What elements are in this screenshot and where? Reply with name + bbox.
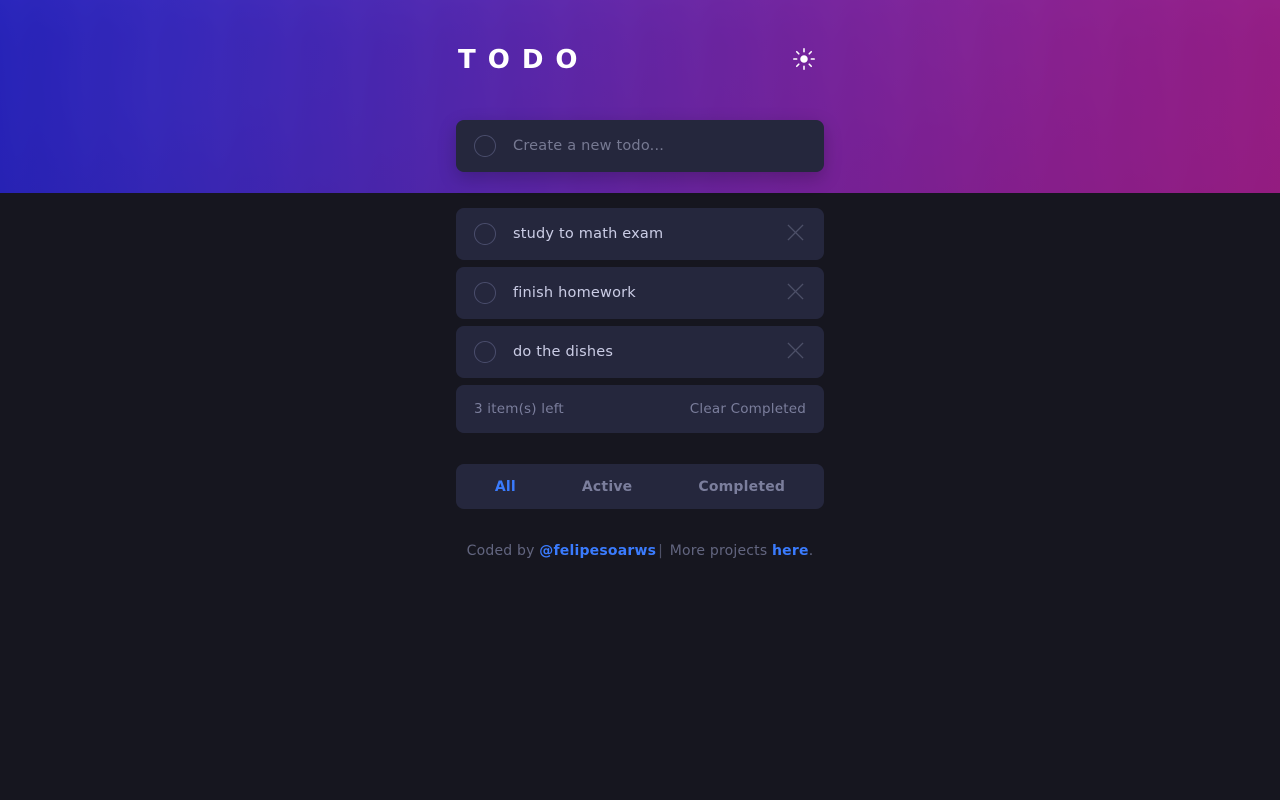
app-container: TODO xyxy=(456,0,824,172)
page-title: TODO xyxy=(458,45,590,75)
todo-list-item[interactable]: do the dishes xyxy=(456,326,824,378)
todo-item-label[interactable]: do the dishes xyxy=(513,344,784,360)
todo-list-item[interactable]: study to math exam xyxy=(456,208,824,260)
sun-icon xyxy=(793,47,815,73)
projects-link[interactable]: here xyxy=(772,543,809,559)
filter-tabs: All Active Completed xyxy=(456,464,824,509)
close-x-icon xyxy=(786,224,804,244)
todo-item-label[interactable]: study to math exam xyxy=(513,226,784,242)
footer-separator: | xyxy=(658,543,664,559)
todo-item-label[interactable]: finish homework xyxy=(513,285,784,301)
empty-circle-icon[interactable] xyxy=(474,282,496,304)
filter-tab-completed[interactable]: Completed xyxy=(698,479,785,495)
delete-todo-button[interactable] xyxy=(784,282,806,304)
footer-prefix-text: Coded by xyxy=(466,543,540,559)
todo-status-bar: 3 item(s) left Clear Completed xyxy=(456,385,824,433)
empty-circle-icon[interactable] xyxy=(474,135,496,157)
site-footer: Coded by @felipesoarws | More projects he… xyxy=(0,543,1280,559)
theme-toggle-button[interactable] xyxy=(791,47,817,73)
clear-completed-button[interactable]: Clear Completed xyxy=(690,401,806,417)
close-x-icon xyxy=(786,342,804,362)
filter-tab-active[interactable]: Active xyxy=(582,479,632,495)
footer-suffix-text: . xyxy=(808,543,814,559)
new-todo-card xyxy=(456,120,824,172)
filter-tab-all[interactable]: All xyxy=(495,479,516,495)
empty-circle-icon[interactable] xyxy=(474,223,496,245)
delete-todo-button[interactable] xyxy=(784,341,806,363)
app-header: TODO xyxy=(456,0,824,120)
delete-todo-button[interactable] xyxy=(784,223,806,245)
footer-middle-text: More projects xyxy=(665,543,773,559)
close-x-icon xyxy=(786,283,804,303)
empty-circle-icon[interactable] xyxy=(474,341,496,363)
items-left-count: 3 item(s) left xyxy=(474,401,564,417)
new-todo-input[interactable] xyxy=(513,138,806,154)
todo-list: study to math exam finish homework do th xyxy=(456,208,824,433)
author-link[interactable]: @felipesoarws xyxy=(539,543,656,559)
todo-list-item[interactable]: finish homework xyxy=(456,267,824,319)
